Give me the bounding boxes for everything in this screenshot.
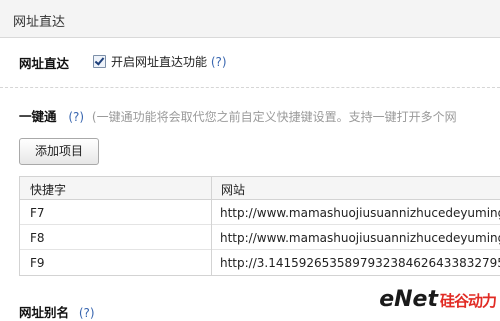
watermark-brand: eNet	[379, 287, 438, 312]
column-divider	[211, 177, 212, 275]
direct-help-link[interactable]: (?)	[211, 55, 227, 69]
table-row[interactable]: F9 http://3.1415926535897932384626433832…	[20, 250, 500, 275]
direct-section: 网址直达 开启网址直达功能 (?)	[19, 53, 227, 71]
shortcut-table: 快捷字 网站 F7 http://www.mamashuojiusuannizh…	[19, 176, 500, 276]
alias-section: 网址别名 (?)	[19, 302, 95, 321]
enable-direct-label[interactable]: 开启网址直达功能	[111, 55, 207, 69]
add-item-button[interactable]: 添加项目	[19, 138, 99, 165]
direct-section-label: 网址直达	[19, 56, 70, 71]
enet-watermark-logo: eNet 硅谷动力	[379, 287, 497, 312]
column-header-website: 网站	[211, 177, 500, 200]
shortcut-key: F9	[30, 256, 45, 270]
column-header-website-label: 网站	[221, 183, 246, 197]
shortcut-key: F7	[30, 206, 45, 220]
table-row[interactable]: F7 http://www.mamashuojiusuannizhucedeyu…	[20, 200, 500, 225]
onekey-section-label: 一键通	[19, 109, 57, 124]
watermark-cn: 硅谷动力	[439, 292, 497, 310]
shortcut-key: F8	[30, 231, 45, 245]
shortcut-url: http://www.mamashuojiusuannizhucedeyumin…	[220, 231, 500, 245]
alias-help-link[interactable]: (?)	[79, 306, 95, 320]
table-row[interactable]: F8 http://www.mamashuojiusuannizhucedeyu…	[20, 225, 500, 250]
enable-direct-option[interactable]: 开启网址直达功能 (?)	[111, 53, 227, 70]
shortcut-url: http://www.mamashuojiusuannizhucedeyumin…	[220, 206, 500, 220]
shortcut-url: http://3.1415926535897932384626433832795…	[220, 256, 500, 270]
section-divider	[0, 87, 500, 88]
settings-header: 网址直达	[0, 0, 500, 38]
column-header-shortcut: 快捷字	[20, 177, 211, 200]
column-header-shortcut-label: 快捷字	[30, 183, 67, 197]
enable-direct-checkbox[interactable]	[93, 55, 106, 68]
onekey-description: (一键通功能将会取代您之前自定义快捷键设置。支持一键打开多个网	[91, 110, 457, 124]
onekey-section: 一键通 (?) (一键通功能将会取代您之前自定义快捷键设置。支持一键打开多个网	[19, 106, 457, 125]
page-title: 网址直达	[13, 15, 66, 30]
onekey-help-link[interactable]: (?)	[68, 110, 84, 124]
